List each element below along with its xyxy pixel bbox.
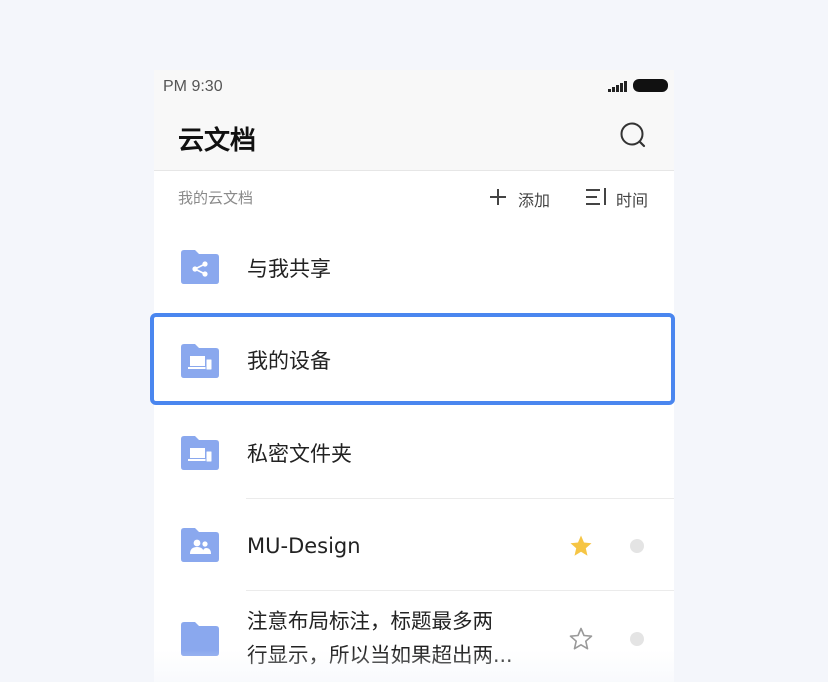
page-title: 云文档 (178, 126, 257, 156)
list-item-label: 我的设备 (247, 349, 331, 373)
search-icon (620, 122, 646, 148)
list-item-mu-design[interactable]: MU-Design (154, 499, 674, 591)
sort-button-label: 时间 (616, 191, 649, 210)
list-item-my-devices[interactable]: 我的设备 (150, 313, 675, 405)
folder-device-icon (181, 436, 219, 470)
folder-group-icon (181, 528, 219, 562)
status-bar: PM 9:30 (154, 70, 674, 106)
list-item-label-line1: 注意布局标注，标题最多两 (247, 609, 493, 633)
list-item-label: 与我共享 (247, 257, 331, 281)
bottom-fade (154, 650, 674, 682)
sort-icon (586, 188, 606, 205)
list-item-shared[interactable]: 与我共享 (154, 223, 674, 315)
add-button-label: 添加 (518, 191, 551, 210)
folder-share-icon (181, 250, 219, 284)
signal-icon (608, 80, 628, 92)
search-button[interactable] (618, 120, 650, 152)
status-dot (630, 539, 644, 553)
plus-icon (490, 189, 506, 205)
app-bar: 云文档 (154, 106, 674, 171)
section-title: 我的云文档 (178, 189, 254, 207)
star-outline-icon[interactable] (569, 627, 593, 651)
status-dot (630, 632, 644, 646)
list-item-private[interactable]: 私密文件夹 (154, 407, 674, 499)
list-item-label: 私密文件夹 (247, 442, 352, 466)
star-filled-icon[interactable] (569, 534, 593, 558)
status-time: PM 9:30 (163, 78, 223, 95)
folder-device-icon (181, 344, 219, 378)
list-item-label: MU-Design (247, 534, 361, 558)
battery-icon (633, 79, 668, 92)
section-header: 我的云文档 添加 时间 (154, 171, 674, 223)
